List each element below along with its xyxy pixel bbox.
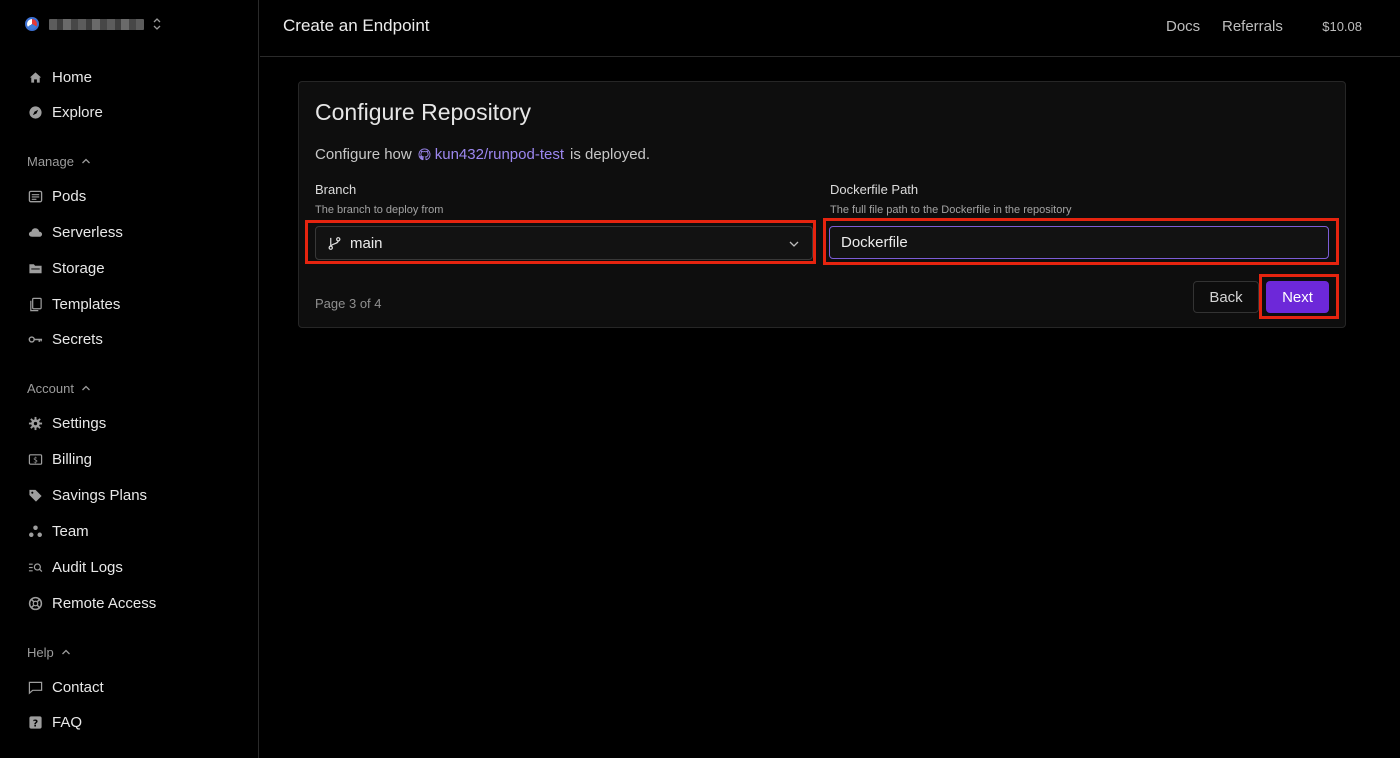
sidebar-item-contact[interactable]: Contact	[27, 676, 104, 698]
app-root: Home Explore Manage Pods Serverless Stor…	[0, 0, 1400, 758]
sidebar-item-label: Team	[52, 522, 89, 540]
account-balance[interactable]: $10.08	[1322, 19, 1362, 34]
branch-label: Branch	[315, 182, 357, 197]
section-toggle-help[interactable]: Help	[27, 643, 71, 661]
sidebar-item-label: Audit Logs	[52, 558, 123, 576]
pods-icon	[27, 188, 43, 204]
sidebar-item-templates[interactable]: Templates	[27, 293, 120, 315]
workspace-switcher[interactable]	[25, 14, 175, 34]
section-title: Manage	[27, 153, 74, 169]
section-title: Account	[27, 380, 74, 396]
sidebar-item-label: Settings	[52, 414, 107, 432]
sidebar-item-pods[interactable]: Pods	[27, 185, 86, 207]
section-toggle-account[interactable]: Account	[27, 379, 91, 397]
cloud-icon	[27, 224, 43, 240]
svg-text:?: ?	[32, 718, 37, 729]
chevron-updown-icon	[152, 17, 162, 32]
workspace-logo-icon	[25, 17, 39, 31]
sidebar-item-faq[interactable]: ? FAQ	[27, 711, 82, 733]
sidebar-item-label: Remote Access	[52, 594, 157, 612]
sidebar-item-label: Billing	[52, 450, 93, 468]
card-description: Configure how kun432/runpod-test is depl…	[315, 146, 650, 163]
folder-icon	[27, 260, 43, 276]
chevron-up-icon	[82, 158, 90, 164]
chevron-down-icon	[789, 241, 799, 247]
sidebar-item-label: Savings Plans	[52, 486, 148, 504]
home-icon	[27, 69, 43, 85]
sidebar-item-team[interactable]: Team	[27, 520, 89, 542]
next-button[interactable]: Next	[1266, 281, 1329, 313]
git-branch-icon	[328, 236, 341, 250]
dockerfile-path-label: Dockerfile Path	[830, 182, 919, 197]
chevron-up-icon	[82, 385, 90, 391]
tag-icon	[27, 487, 43, 503]
branch-select-value: main	[350, 234, 383, 252]
card-title: Configure Repository	[315, 99, 532, 125]
sidebar-item-label: Pods	[52, 187, 87, 205]
branch-help: The branch to deploy from	[315, 204, 444, 216]
key-icon	[27, 331, 43, 347]
github-icon	[418, 148, 431, 161]
lifebuoy-icon	[27, 595, 43, 611]
workspace-name-redacted	[49, 18, 144, 30]
sidebar-item-settings[interactable]: Settings	[27, 412, 106, 434]
gear-icon	[27, 415, 43, 431]
section-toggle-manage[interactable]: Manage	[27, 152, 91, 170]
sidebar-item-label: Secrets	[52, 330, 103, 348]
sidebar-item-serverless[interactable]: Serverless	[27, 221, 123, 243]
sidebar-item-billing[interactable]: $ Billing	[27, 448, 92, 470]
templates-icon	[27, 296, 43, 312]
sidebar-item-secrets[interactable]: Secrets	[27, 328, 103, 350]
branch-select[interactable]: main	[315, 226, 813, 260]
configure-repository-card: Configure Repository Configure how kun43…	[298, 81, 1346, 328]
compass-icon	[27, 104, 43, 120]
description-suffix: is deployed.	[570, 146, 651, 163]
referrals-link[interactable]: Referrals	[1222, 18, 1283, 35]
sidebar-item-label: Serverless	[52, 223, 123, 241]
sidebar-item-remote-access[interactable]: Remote Access	[27, 592, 156, 614]
sidebar-item-label: Home	[52, 68, 93, 86]
dockerfile-path-input[interactable]	[829, 226, 1329, 259]
section-title: Help	[27, 644, 54, 660]
sidebar-item-savings-plans[interactable]: Savings Plans	[27, 484, 147, 506]
docs-link[interactable]: Docs	[1166, 18, 1200, 35]
audit-icon	[27, 559, 43, 575]
page-title: Create an Endpoint	[283, 16, 430, 35]
sidebar-item-storage[interactable]: Storage	[27, 257, 105, 279]
chat-icon	[27, 679, 43, 695]
sidebar-item-label: Templates	[52, 295, 121, 313]
sidebar-item-label: FAQ	[52, 713, 83, 731]
question-icon: ?	[27, 714, 43, 730]
chevron-up-icon	[61, 649, 70, 655]
dockerfile-path-help: The full file path to the Dockerfile in …	[830, 204, 1072, 216]
dollar-icon: $	[27, 451, 43, 467]
team-icon	[27, 523, 43, 539]
page-indicator: Page 3 of 4	[315, 296, 382, 311]
top-bar: Create an Endpoint Docs Referrals $10.08	[260, 0, 1400, 57]
description-prefix: Configure how	[315, 146, 412, 163]
repo-name: kun432/runpod-test	[434, 146, 564, 163]
sidebar-item-label: Contact	[52, 678, 104, 696]
sidebar-item-explore[interactable]: Explore	[27, 101, 103, 123]
back-button[interactable]: Back	[1193, 281, 1259, 313]
sidebar-item-audit-logs[interactable]: Audit Logs	[27, 556, 123, 578]
sidebar-item-label: Explore	[52, 103, 103, 121]
sidebar: Home Explore Manage Pods Serverless Stor…	[0, 0, 259, 758]
sidebar-item-home[interactable]: Home	[27, 66, 92, 88]
sidebar-item-label: Storage	[52, 259, 105, 277]
repo-link[interactable]: kun432/runpod-test	[418, 146, 564, 163]
svg-text:$: $	[33, 455, 38, 464]
